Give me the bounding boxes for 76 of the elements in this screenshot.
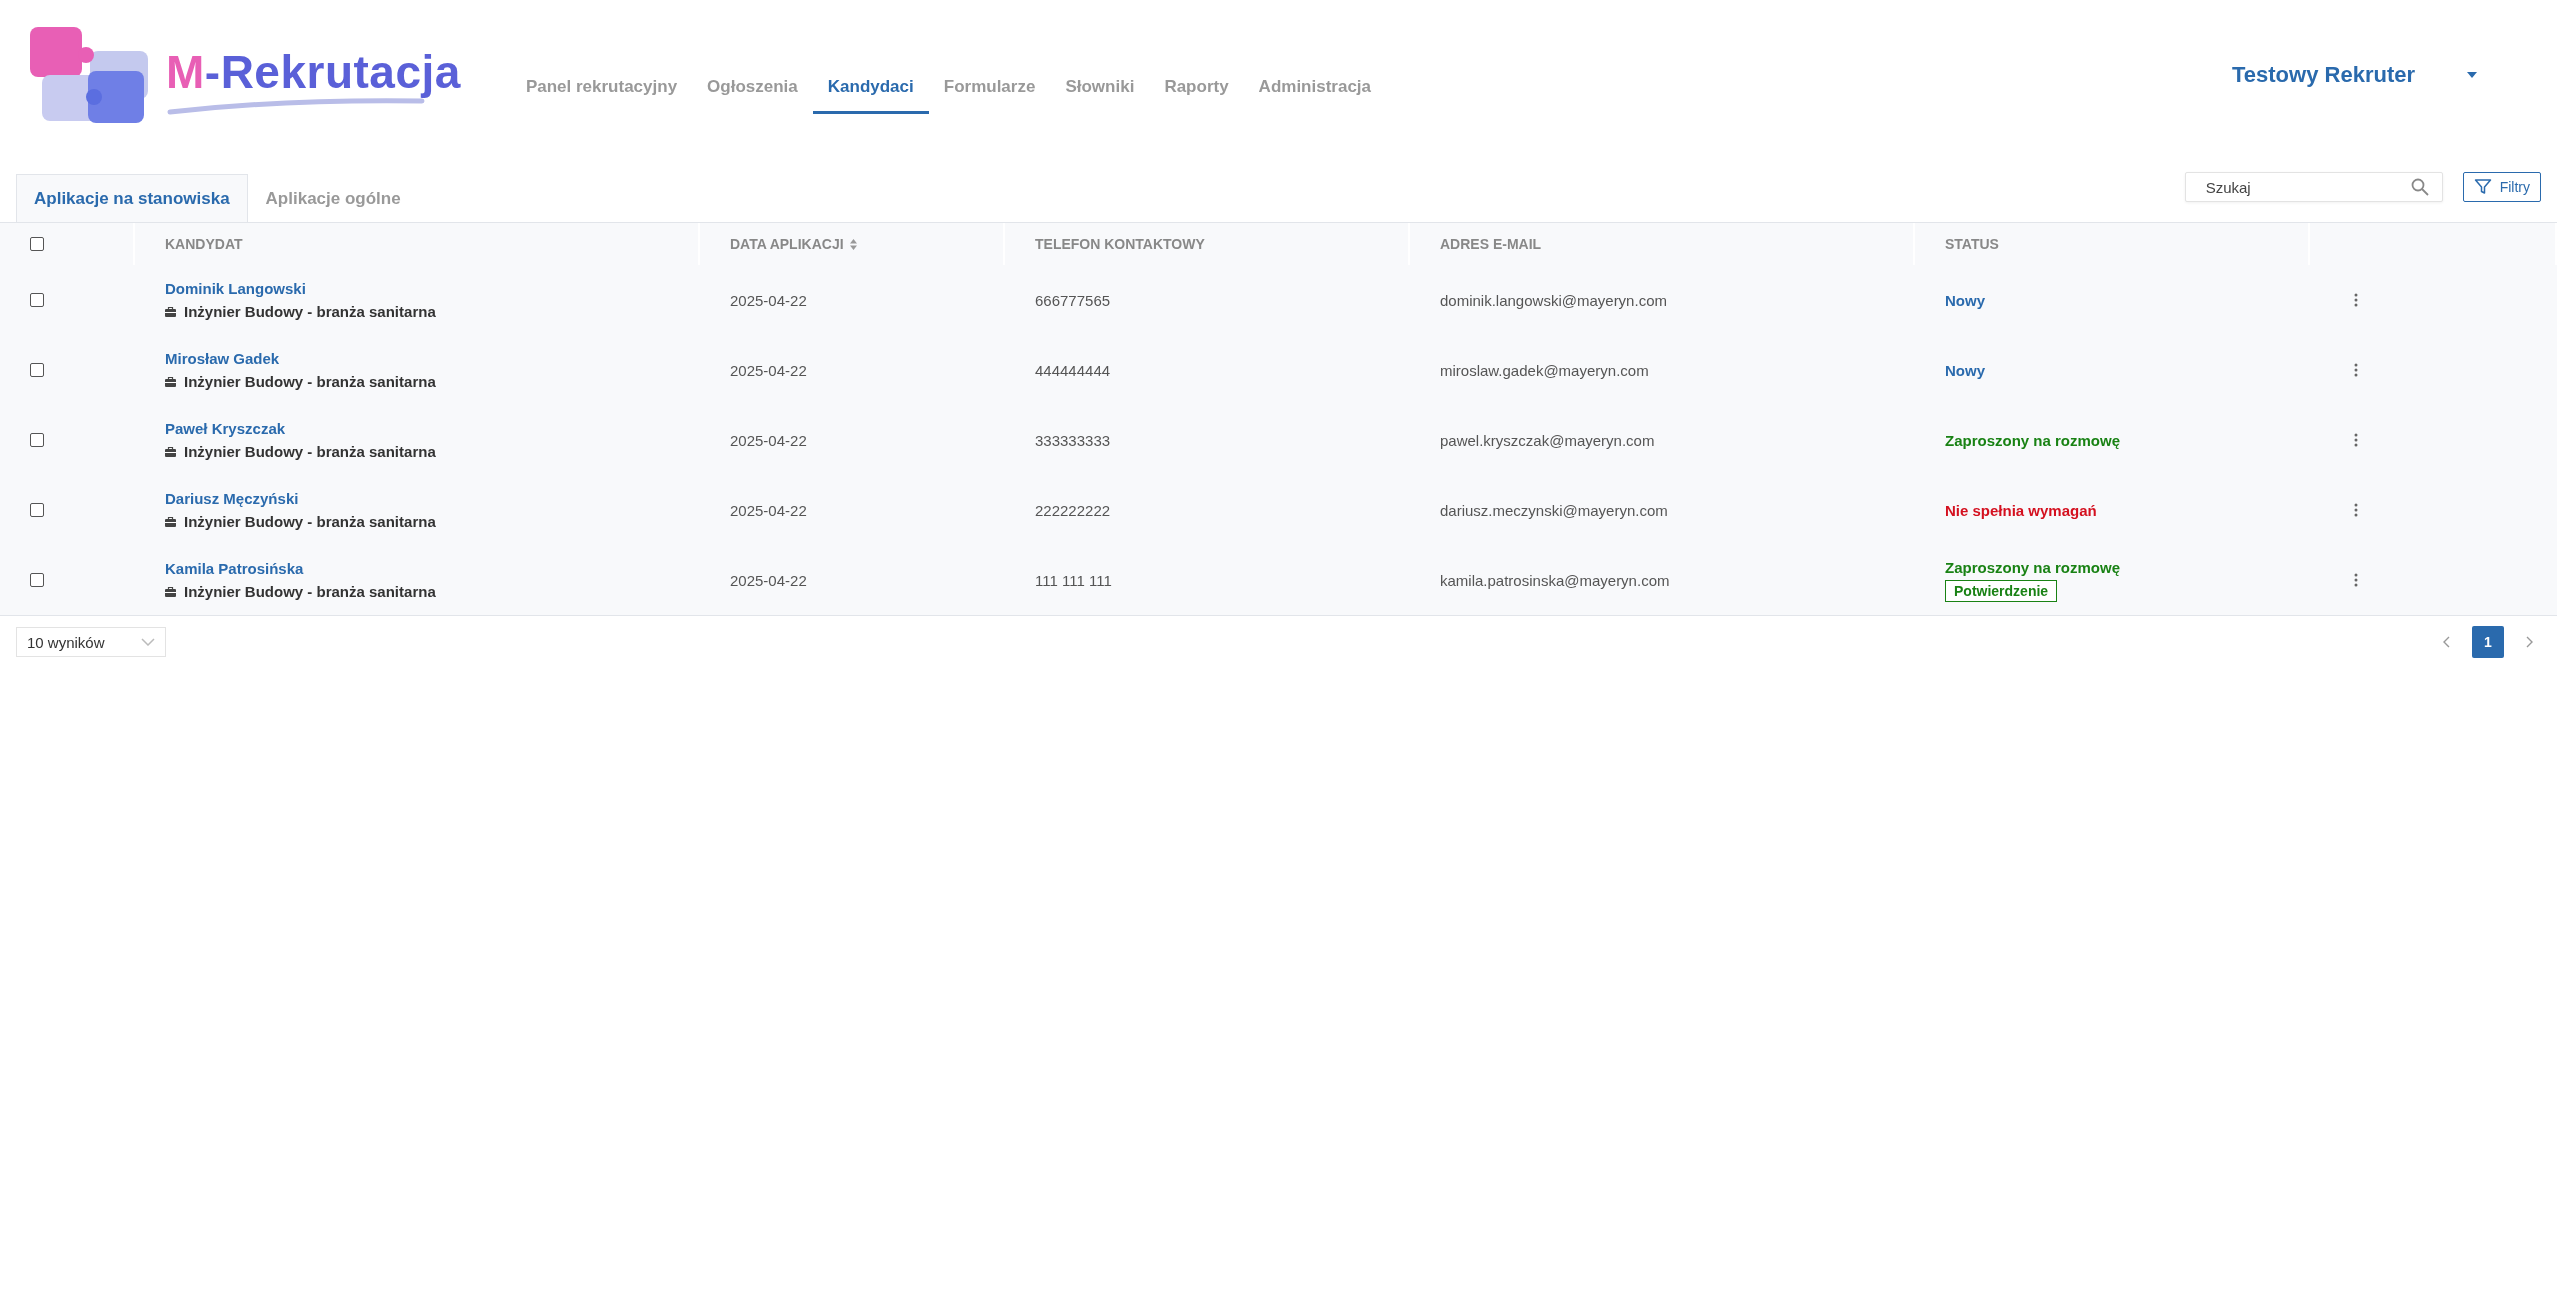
search-icon[interactable] bbox=[2410, 178, 2429, 196]
briefcase-icon bbox=[165, 376, 176, 387]
more-options-icon[interactable] bbox=[2354, 503, 2358, 517]
date-cell: 2025-04-22 bbox=[730, 361, 807, 379]
column-header: ADRES E-MAIL bbox=[1440, 236, 1542, 252]
column-header: STATUS bbox=[1945, 236, 1999, 252]
date-cell: 2025-04-22 bbox=[730, 431, 807, 449]
row-checkbox[interactable] bbox=[30, 293, 44, 307]
more-options-icon[interactable] bbox=[2354, 293, 2358, 307]
row-checkbox[interactable] bbox=[30, 433, 44, 447]
select-all-checkbox[interactable] bbox=[30, 237, 44, 251]
position-text: Inżynier Budowy - branża sanitarna bbox=[184, 583, 436, 600]
date-cell: 2025-04-22 bbox=[730, 501, 807, 519]
chevron-down-icon bbox=[141, 638, 155, 646]
candidate-link[interactable]: Mirosław Gadek bbox=[165, 350, 280, 367]
briefcase-icon bbox=[165, 306, 176, 317]
tab[interactable]: Aplikacje ogólne bbox=[247, 174, 419, 222]
candidate-link[interactable]: Paweł Kryszczak bbox=[165, 420, 286, 437]
more-options-icon[interactable] bbox=[2354, 363, 2358, 377]
row-checkbox[interactable] bbox=[30, 503, 44, 517]
status-text: Nowy bbox=[1945, 291, 1985, 309]
briefcase-icon bbox=[165, 516, 176, 527]
status-text: Zaproszony na rozmowę bbox=[1945, 431, 2121, 449]
tab[interactable]: Aplikacje na stanowiska bbox=[16, 174, 248, 222]
phone-cell: 111 111 111 bbox=[1035, 571, 1112, 589]
filter-icon bbox=[2473, 178, 2492, 196]
column-header: KANDYDAT bbox=[165, 236, 243, 252]
nav-link[interactable]: Raporty bbox=[1149, 62, 1244, 114]
chevron-right-icon[interactable] bbox=[2526, 636, 2533, 648]
position-text: Inżynier Budowy - branża sanitarna bbox=[184, 303, 436, 320]
briefcase-icon bbox=[165, 586, 176, 597]
more-options-icon[interactable] bbox=[2354, 573, 2358, 587]
position-text: Inżynier Budowy - branża sanitarna bbox=[184, 513, 436, 530]
nav-link[interactable]: Ogłoszenia bbox=[692, 62, 813, 114]
position-text: Inżynier Budowy - branża sanitarna bbox=[184, 373, 436, 390]
chevron-left-icon[interactable] bbox=[2443, 636, 2450, 648]
candidate-link[interactable]: Kamila Patrosińska bbox=[165, 560, 304, 577]
nav-link[interactable]: Administracja bbox=[1243, 62, 1387, 114]
email-cell: dariusz.meczynski@mayeryn.com bbox=[1440, 501, 1668, 519]
phone-cell: 222222222 bbox=[1035, 501, 1111, 519]
page-size-select[interactable]: 10 wyników bbox=[16, 627, 166, 657]
column-header: TELEFON KONTAKTOWY bbox=[1035, 236, 1205, 252]
date-cell: 2025-04-22 bbox=[730, 291, 807, 309]
email-cell: kamila.patrosinska@mayeryn.com bbox=[1440, 571, 1670, 589]
nav-link[interactable]: Panel rekrutacyjny bbox=[510, 62, 693, 114]
email-cell: miroslaw.gadek@mayeryn.com bbox=[1440, 361, 1649, 379]
page-button[interactable]: 1 bbox=[2472, 626, 2504, 658]
caret-icon[interactable] bbox=[2467, 72, 2477, 78]
user-name[interactable]: Testowy Rekruter bbox=[2232, 62, 2415, 88]
phone-cell: 666777565 bbox=[1035, 291, 1111, 309]
more-options-icon[interactable] bbox=[2354, 433, 2358, 447]
row-checkbox[interactable] bbox=[30, 363, 44, 377]
brush-stroke-icon bbox=[166, 97, 426, 115]
status-text: Nowy bbox=[1945, 361, 1985, 379]
email-cell: pawel.kryszczak@mayeryn.com bbox=[1440, 431, 1655, 449]
status-tag: Potwierdzenie bbox=[1945, 579, 2058, 602]
date-cell: 2025-04-22 bbox=[730, 571, 807, 589]
nav-link[interactable]: Słowniki bbox=[1050, 62, 1150, 114]
candidate-link[interactable]: Dominik Langowski bbox=[165, 280, 306, 297]
briefcase-icon bbox=[165, 446, 176, 457]
nav-link[interactable]: Formularze bbox=[928, 62, 1051, 114]
search-field[interactable]: Szukaj bbox=[2184, 172, 2443, 202]
position-text: Inżynier Budowy - branża sanitarna bbox=[184, 443, 436, 460]
row-checkbox[interactable] bbox=[30, 573, 44, 587]
phone-cell: 444444444 bbox=[1035, 361, 1111, 379]
column-header[interactable]: DATA APLIKACJI bbox=[730, 236, 844, 252]
candidate-link[interactable]: Dariusz Męczyński bbox=[165, 490, 299, 507]
sort-icon[interactable] bbox=[849, 238, 857, 250]
filter-button[interactable]: Filtry bbox=[2462, 172, 2541, 202]
status-text: Nie spełnia wymagań bbox=[1945, 501, 2097, 519]
email-cell: dominik.langowski@mayeryn.com bbox=[1440, 291, 1667, 309]
logo[interactable]: M-Rekrutacja bbox=[28, 25, 461, 125]
phone-cell: 333333333 bbox=[1035, 431, 1111, 449]
status-text: Zaproszony na rozmowę bbox=[1945, 558, 2121, 576]
logo-text: M-Rekrutacja bbox=[166, 45, 461, 99]
nav-link[interactable]: Kandydaci bbox=[812, 62, 929, 114]
